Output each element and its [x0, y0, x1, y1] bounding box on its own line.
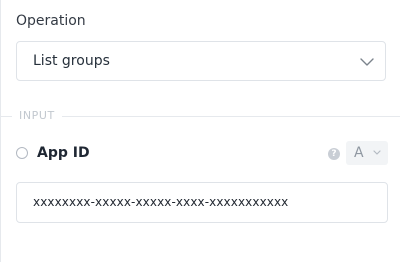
- panel-border: [0, 0, 1, 262]
- chevron-down-small-icon: [373, 150, 381, 155]
- app-id-input[interactable]: xxxxxxxx-xxxxx-xxxxx-xxxx-xxxxxxxxxxx: [16, 182, 388, 223]
- operation-label: Operation: [16, 13, 86, 29]
- app-id-radio[interactable]: [16, 147, 28, 159]
- input-type-dropdown[interactable]: A: [346, 141, 388, 165]
- operation-select[interactable]: List groups: [16, 41, 386, 81]
- operation-selected-value: List groups: [33, 53, 110, 69]
- question-circle-icon[interactable]: ?: [328, 148, 340, 160]
- input-type-letter: A: [354, 145, 364, 161]
- input-section-header: INPUT: [0, 108, 400, 124]
- input-section-title: INPUT: [19, 109, 55, 122]
- chevron-down-icon: [360, 58, 374, 66]
- section-divider-left: [0, 116, 12, 117]
- app-id-value: xxxxxxxx-xxxxx-xxxxx-xxxx-xxxxxxxxxxx: [33, 195, 289, 209]
- app-id-field-row: App ID ? A: [16, 141, 388, 167]
- section-divider-right: [62, 116, 400, 117]
- app-id-label: App ID: [37, 145, 90, 161]
